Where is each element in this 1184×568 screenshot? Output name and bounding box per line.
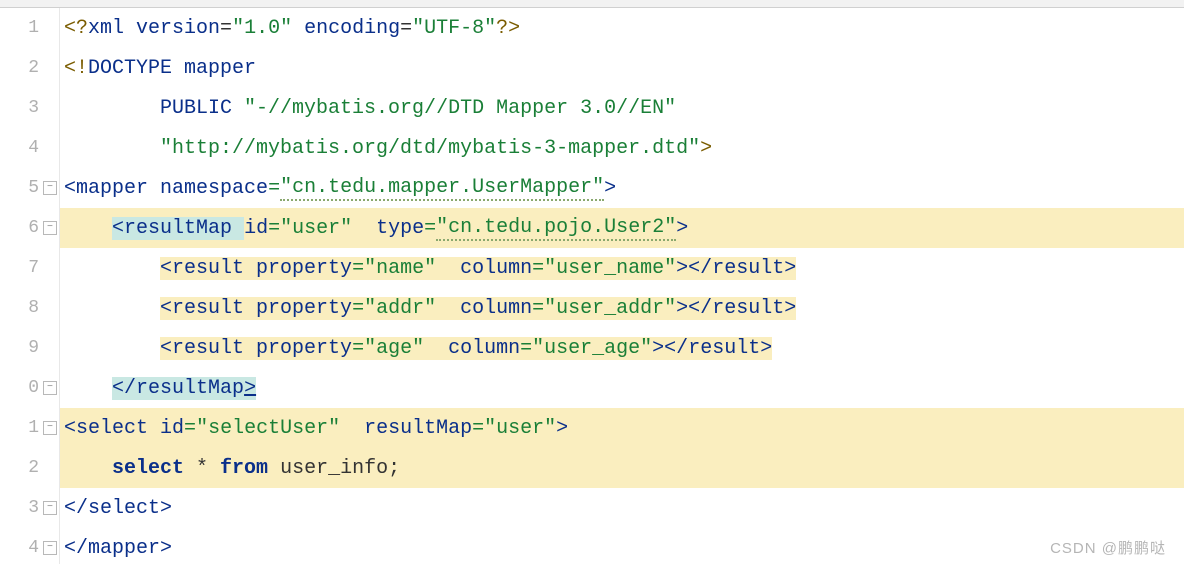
line-number: 3 bbox=[28, 498, 39, 518]
line-number: 3 bbox=[28, 98, 39, 118]
code-line[interactable]: select * from user_info; bbox=[60, 448, 1184, 488]
line-number: 0 bbox=[28, 378, 39, 398]
fold-icon[interactable]: − bbox=[43, 421, 57, 435]
tab-5[interactable] bbox=[254, 0, 270, 8]
line-number: 2 bbox=[28, 458, 39, 478]
code-line[interactable]: <!DOCTYPE mapper bbox=[60, 48, 1184, 88]
line-number: 2 bbox=[28, 58, 39, 78]
gutter: 1 2 3 4 5− 6− 7 8 9 0− 1− 2 3− 4− bbox=[0, 8, 60, 564]
code-line[interactable]: PUBLIC "-//mybatis.org//DTD Mapper 3.0//… bbox=[60, 88, 1184, 128]
code-area[interactable]: <?xml version="1.0" encoding="UTF-8"?> <… bbox=[60, 8, 1184, 564]
tab-4[interactable] bbox=[198, 0, 214, 8]
editor-tabs[interactable] bbox=[0, 0, 1184, 8]
watermark: CSDN @鹏鹏哒 bbox=[1050, 537, 1166, 558]
code-line[interactable]: <mapper namespace="cn.tedu.mapper.UserMa… bbox=[60, 168, 1184, 208]
line-number: 1 bbox=[28, 418, 39, 438]
code-line[interactable]: <?xml version="1.0" encoding="UTF-8"?> bbox=[60, 8, 1184, 48]
fold-icon[interactable]: − bbox=[43, 381, 57, 395]
code-line[interactable]: </select> bbox=[60, 488, 1184, 528]
line-number: 9 bbox=[28, 338, 39, 358]
line-number: 6 bbox=[28, 218, 39, 238]
code-line[interactable]: </mapper> bbox=[60, 528, 1184, 568]
code-line[interactable]: <result property="addr" column="user_add… bbox=[60, 288, 1184, 328]
code-line[interactable]: <select id="selectUser" resultMap="user"… bbox=[60, 408, 1184, 448]
line-number: 7 bbox=[28, 258, 39, 278]
fold-icon[interactable]: − bbox=[43, 221, 57, 235]
line-number: 1 bbox=[28, 18, 39, 38]
tab-6[interactable] bbox=[310, 0, 326, 8]
tab-1[interactable] bbox=[30, 0, 46, 8]
code-line[interactable]: <result property="name" column="user_nam… bbox=[60, 248, 1184, 288]
code-line[interactable]: <result property="age" column="user_age"… bbox=[60, 328, 1184, 368]
fold-icon[interactable]: − bbox=[43, 181, 57, 195]
code-line[interactable]: <resultMap id="user" type="cn.tedu.pojo.… bbox=[60, 208, 1184, 248]
code-line[interactable]: "http://mybatis.org/dtd/mybatis-3-mapper… bbox=[60, 128, 1184, 168]
fold-icon[interactable]: − bbox=[43, 541, 57, 555]
tab-2[interactable] bbox=[86, 0, 102, 8]
editor-area: 1 2 3 4 5− 6− 7 8 9 0− 1− 2 3− 4− <?xml … bbox=[0, 8, 1184, 564]
code-line[interactable]: </resultMap> bbox=[60, 368, 1184, 408]
line-number: 8 bbox=[28, 298, 39, 318]
line-number: 4 bbox=[28, 538, 39, 558]
line-number: 5 bbox=[28, 178, 39, 198]
line-number: 4 bbox=[28, 138, 39, 158]
tab-3[interactable] bbox=[142, 0, 158, 8]
fold-icon[interactable]: − bbox=[43, 501, 57, 515]
